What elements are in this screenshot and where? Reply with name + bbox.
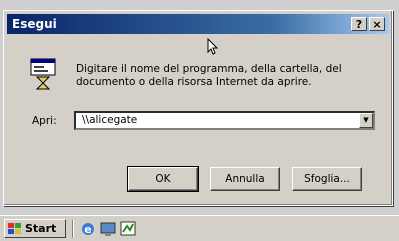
ie-icon[interactable]: e [80,221,96,237]
dropdown-button[interactable]: ▼ [359,113,373,128]
mouse-cursor-icon [207,38,219,55]
start-label: Start [25,222,57,235]
close-button[interactable]: × [369,17,385,31]
help-button[interactable]: ? [351,17,367,31]
title-bar[interactable]: Esegui ? × [7,14,389,34]
ok-button[interactable]: OK [127,166,199,192]
chevron-down-icon: ▼ [363,116,369,124]
open-combobox[interactable]: \\alicegate ▼ [74,111,375,130]
svg-text:e: e [84,223,91,236]
open-label: Apri: [32,115,57,127]
taskbar-separator [72,220,74,238]
run-icon [30,58,56,90]
run-dialog: Esegui ? × Digitare il nome del programm… [3,10,393,206]
start-button[interactable]: Start [4,219,66,238]
taskbar: Start e [0,215,399,241]
cancel-button[interactable]: Annulla [210,167,280,191]
open-input-value[interactable]: \\alicegate [82,114,137,126]
window-title: Esegui [12,17,57,31]
channels-icon[interactable] [120,221,136,237]
desktop-icon[interactable] [100,221,116,237]
browse-button[interactable]: Sfoglia... [292,167,362,191]
windows-logo-icon [8,223,21,234]
description-text: Digitare il nome del programma, della ca… [76,63,342,88]
